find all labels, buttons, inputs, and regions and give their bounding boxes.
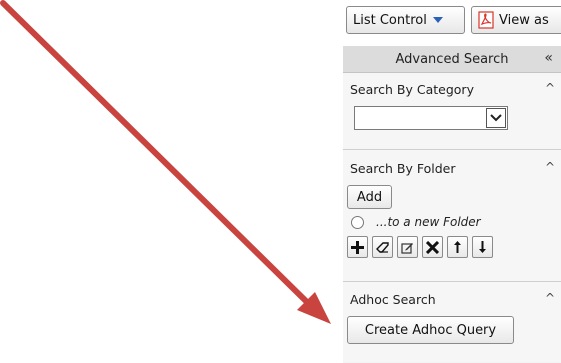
section-title-adhoc: Adhoc Search xyxy=(350,292,436,307)
pdf-icon xyxy=(478,11,494,29)
delete-icon[interactable] xyxy=(422,236,443,258)
add-folder-button[interactable]: Add xyxy=(347,185,392,209)
eraser-icon[interactable] xyxy=(372,236,393,258)
search-by-category-section: Search By Category ^ xyxy=(343,73,561,150)
collapse-section-icon[interactable]: ^ xyxy=(545,291,555,305)
edit-icon[interactable] xyxy=(397,236,418,258)
section-title-folder: Search By Folder xyxy=(350,161,456,176)
create-adhoc-query-button[interactable]: Create Adhoc Query xyxy=(347,316,514,344)
view-as-button[interactable]: View as xyxy=(471,6,561,34)
move-down-icon[interactable] xyxy=(472,236,493,258)
collapse-section-icon[interactable]: ^ xyxy=(545,160,555,174)
panel-header: Advanced Search « xyxy=(343,46,561,73)
list-control-label: List Control xyxy=(353,12,427,28)
move-up-icon[interactable] xyxy=(447,236,468,258)
new-folder-radio-label: ...to a new Folder xyxy=(376,215,481,229)
toolbar: List Control View as xyxy=(346,6,561,38)
new-folder-option[interactable]: ...to a new Folder xyxy=(351,214,561,230)
collapse-section-icon[interactable]: ^ xyxy=(545,81,555,95)
plus-icon[interactable] xyxy=(347,236,368,258)
view-as-label: View as xyxy=(499,12,549,28)
section-title-category: Search By Category xyxy=(350,82,474,97)
advanced-search-panel: Advanced Search « Search By Category ^ S… xyxy=(343,46,561,363)
chevron-down-icon[interactable] xyxy=(486,108,506,128)
folder-tools xyxy=(347,236,561,258)
caret-down-icon xyxy=(432,17,443,23)
search-by-folder-section: Search By Folder ^ Add ...to a new Folde… xyxy=(343,150,561,282)
collapse-icon[interactable]: « xyxy=(544,50,553,66)
new-folder-radio[interactable] xyxy=(351,215,364,229)
panel-title: Advanced Search xyxy=(395,51,509,67)
category-select[interactable] xyxy=(354,106,508,130)
adhoc-search-section: Adhoc Search ^ Create Adhoc Query xyxy=(343,282,561,362)
list-control-button[interactable]: List Control xyxy=(346,6,465,34)
